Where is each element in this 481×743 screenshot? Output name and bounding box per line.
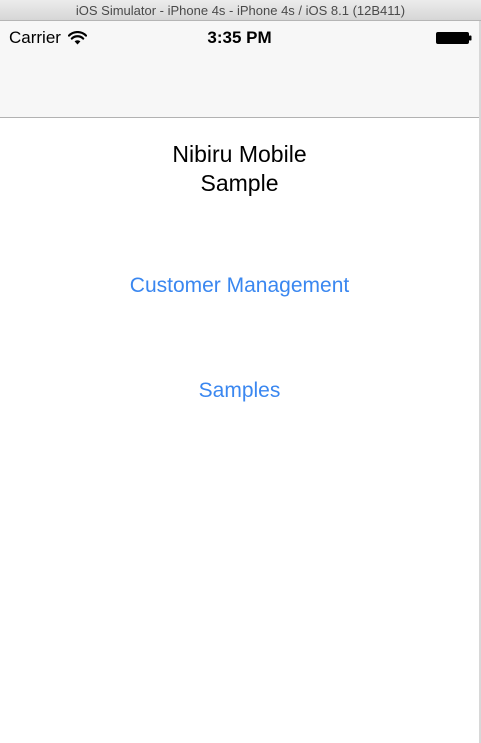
status-time: 3:35 PM [207, 28, 272, 47]
status-bar: Carrier 3:35 PM [0, 21, 479, 55]
page-title-line-1: Nibiru Mobile [172, 141, 307, 167]
window-title-bar[interactable]: iOS Simulator - iPhone 4s - iPhone 4s / … [0, 0, 481, 21]
page-title-line-2: Sample [200, 170, 279, 196]
customer-management-button[interactable]: Customer Management [0, 274, 479, 298]
device-screen: Carrier 3:35 PM Nibiru Mobile Sample Cus… [0, 21, 481, 743]
navigation-bar: Carrier 3:35 PM [0, 21, 479, 118]
page-title: Nibiru Mobile Sample [0, 140, 479, 198]
battery-icon [436, 32, 472, 44]
main-content: Nibiru Mobile Sample Customer Management… [0, 118, 479, 743]
window-title: iOS Simulator - iPhone 4s - iPhone 4s / … [75, 3, 406, 18]
samples-button[interactable]: Samples [0, 379, 479, 403]
simulator-window: iOS Simulator - iPhone 4s - iPhone 4s / … [0, 0, 481, 743]
